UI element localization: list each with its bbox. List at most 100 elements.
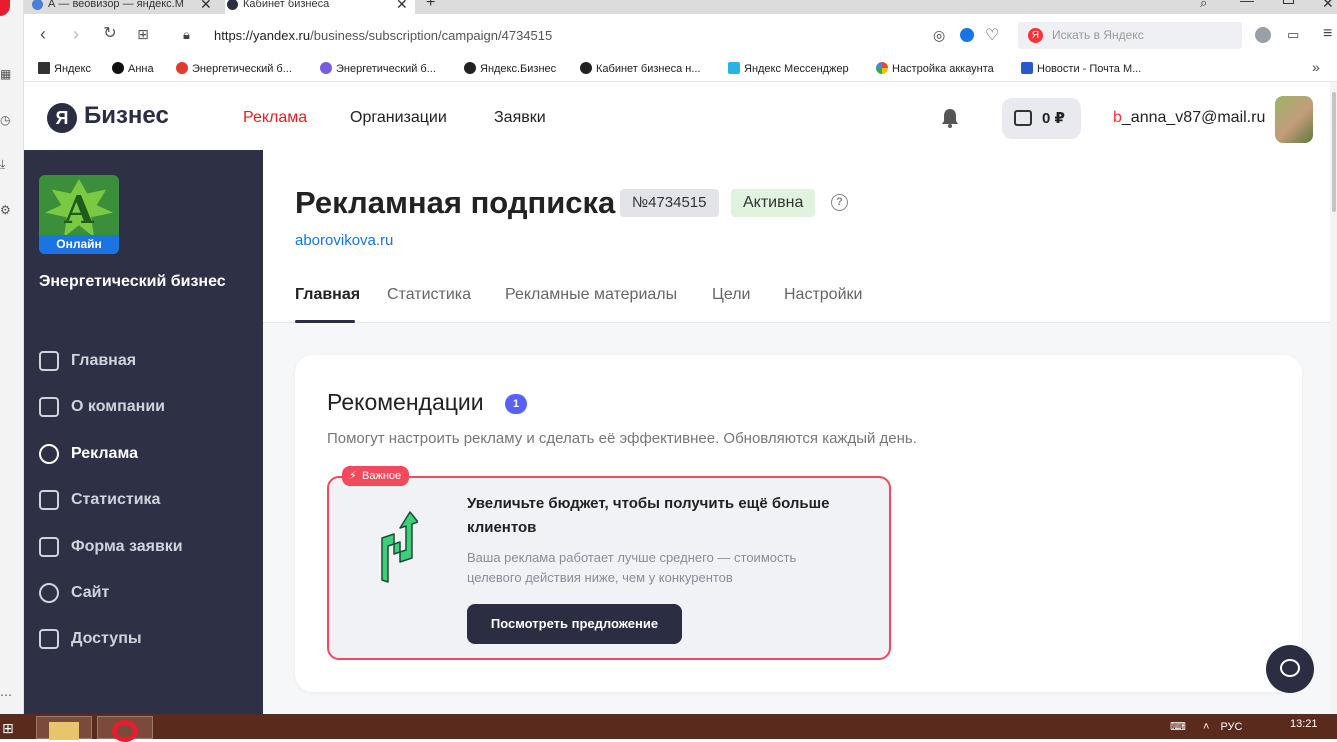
site-link[interactable]: aborovikova.ru xyxy=(295,232,393,249)
settings-icon[interactable]: ⚙ xyxy=(0,203,14,217)
bookmark-label: Новости - Почта М... xyxy=(1037,63,1142,75)
sidebar-item-access[interactable]: Доступы xyxy=(39,627,142,651)
battery-icon[interactable]: ▭ xyxy=(1287,27,1299,43)
heart-icon[interactable]: ♡ xyxy=(985,25,999,45)
bookmark-item[interactable]: Яндекс.Бизнес xyxy=(464,62,556,76)
windows-start-icon[interactable]: ⊞ xyxy=(2,720,18,736)
google-icon xyxy=(876,62,888,74)
more-icon[interactable]: ⋯ xyxy=(0,688,14,702)
clock[interactable]: 13:21 xyxy=(1290,718,1318,730)
browser-tab-bar: А — веовизор — яндекс.М ✕ Кабинет бизнес… xyxy=(0,0,1337,14)
bookmark-item[interactable]: Настройка аккаунта xyxy=(876,62,994,76)
sidebar-item-label: Сайт xyxy=(71,584,110,601)
tab-goals[interactable]: Цели xyxy=(712,286,750,304)
page-title: Рекламная подписка xyxy=(295,185,616,220)
play-icon xyxy=(728,62,740,74)
balance-button[interactable]: 0 ₽ xyxy=(1002,98,1081,139)
bookmark-item[interactable]: Кабинет бизнеса н... xyxy=(580,62,701,76)
minimize-icon[interactable]: — xyxy=(1240,0,1254,8)
sidebar-item-advertising[interactable]: Реклама xyxy=(39,442,138,466)
os-taskbar xyxy=(0,714,1337,739)
menu-icon[interactable]: ≡ xyxy=(1323,25,1332,43)
close-window-icon[interactable]: ✕ xyxy=(1322,0,1334,12)
balance-value: 0 ₽ xyxy=(1042,110,1065,127)
nav-organizations[interactable]: Организации xyxy=(350,109,447,127)
tab-grid-icon[interactable]: ⊞ xyxy=(133,24,153,44)
back-icon[interactable]: ‹ xyxy=(33,24,53,44)
chat-icon xyxy=(1280,659,1300,677)
camera-icon[interactable]: ◎ xyxy=(933,27,945,44)
shield-icon[interactable] xyxy=(960,28,974,42)
tab-close-icon[interactable]: ✕ xyxy=(200,0,212,13)
yandex-logo-icon[interactable]: Я xyxy=(47,103,77,133)
browser-tab-2-active[interactable]: Кабинет бизнеса xyxy=(225,0,415,14)
logo-text[interactable]: Бизнес xyxy=(84,102,169,130)
browser-search-input[interactable]: Я Искать в Яндекс xyxy=(1018,22,1242,49)
help-icon[interactable]: ? xyxy=(831,194,848,211)
bell-icon[interactable] xyxy=(939,107,961,129)
growth-arrow-icon xyxy=(381,511,418,583)
tab-favicon-icon xyxy=(227,0,238,10)
tab-ad-materials[interactable]: Рекламные материалы xyxy=(505,286,677,304)
nav-advertising[interactable]: Реклама xyxy=(243,109,307,127)
tab-settings[interactable]: Настройки xyxy=(784,286,862,304)
recommendations-title: Рекомендации xyxy=(327,389,484,415)
globe-icon xyxy=(39,583,59,603)
keyboard-icon[interactable]: ⌨ xyxy=(1170,721,1186,733)
edit-icon xyxy=(39,537,59,557)
campaign-number-badge: №4734515 xyxy=(620,189,719,217)
sidebar-item-label: Реклама xyxy=(71,445,138,462)
input-language[interactable]: РУС xyxy=(1220,721,1242,733)
sidebar-item-about[interactable]: О компании xyxy=(39,395,165,419)
avatar[interactable] xyxy=(1275,96,1313,143)
downloads-icon[interactable]: ⤓ xyxy=(0,157,14,171)
profile-icon[interactable] xyxy=(1255,27,1271,43)
organization-name[interactable]: Энергетический бизнес xyxy=(39,273,226,291)
forward-icon[interactable]: › xyxy=(66,24,86,44)
sidebar-item-statistics[interactable]: Статистика xyxy=(39,488,160,512)
url-path: /business/subscription/campaign/4734515 xyxy=(310,28,553,43)
page-icon xyxy=(38,62,50,74)
tab-close-icon[interactable]: ✕ xyxy=(396,0,408,13)
plus-icon xyxy=(112,62,124,74)
chat-button[interactable] xyxy=(1266,645,1314,693)
new-tab-icon[interactable]: + xyxy=(426,0,435,12)
bookmark-item[interactable]: Энергетический б... xyxy=(176,62,292,76)
bookmark-label: Энергетический б... xyxy=(336,63,436,75)
bookmark-item[interactable]: Анна xyxy=(112,62,154,76)
view-offer-button[interactable]: Посмотреть предложение xyxy=(467,604,682,644)
taskbar-opera[interactable] xyxy=(97,716,153,742)
bookmarks-more-icon[interactable]: » xyxy=(1312,59,1320,75)
sidebar-item-site[interactable]: Сайт xyxy=(39,581,109,605)
taskbar-explorer[interactable] xyxy=(36,716,92,740)
document-icon xyxy=(39,397,59,417)
search-tabs-icon[interactable]: ⌕ xyxy=(1200,0,1207,11)
tab-title: Кабинет бизнеса xyxy=(243,0,330,10)
system-tray: ⌨ ˄ РУС xyxy=(1170,720,1242,733)
tab-statistics[interactable]: Статистика xyxy=(387,286,471,304)
bookmark-label: Яндекс Мессенджер xyxy=(744,63,849,75)
sidebar-item-label: Форма заявки xyxy=(71,538,183,555)
maximize-icon[interactable] xyxy=(1283,0,1294,4)
scrollbar-thumb[interactable] xyxy=(1332,92,1336,212)
speed-dial-icon[interactable]: ▦ xyxy=(0,67,14,81)
yandex-icon xyxy=(464,62,476,74)
bookmark-label: Энергетический б... xyxy=(192,63,292,75)
url-field[interactable]: https://yandex.ru/business/subscription/… xyxy=(214,28,552,43)
url-host: https://yandex.ru xyxy=(214,28,311,43)
search-placeholder: Искать в Яндекс xyxy=(1052,28,1144,42)
sidebar-item-request-form[interactable]: Форма заявки xyxy=(39,535,183,559)
sidebar-item-home[interactable]: Главная xyxy=(39,349,136,373)
bookmark-item[interactable]: Яндекс Мессенджер xyxy=(728,62,849,76)
history-icon[interactable]: ◷ xyxy=(0,113,14,127)
home-icon xyxy=(39,351,59,371)
reload-icon[interactable]: ↻ xyxy=(100,24,120,44)
browser-tab-1[interactable]: А — веовизор — яндекс.М xyxy=(30,0,220,14)
tab-main[interactable]: Главная xyxy=(295,286,360,304)
bookmark-item[interactable]: Энергетический б... xyxy=(320,62,436,76)
tray-expand-icon[interactable]: ˄ xyxy=(1203,721,1209,733)
bookmark-item[interactable]: Яндекс xyxy=(38,62,91,76)
bookmark-item[interactable]: Новости - Почта М... xyxy=(1021,62,1141,76)
nav-requests[interactable]: Заявки xyxy=(494,109,546,127)
account-email[interactable]: b_anna_v87@mail.ru xyxy=(1113,109,1265,127)
